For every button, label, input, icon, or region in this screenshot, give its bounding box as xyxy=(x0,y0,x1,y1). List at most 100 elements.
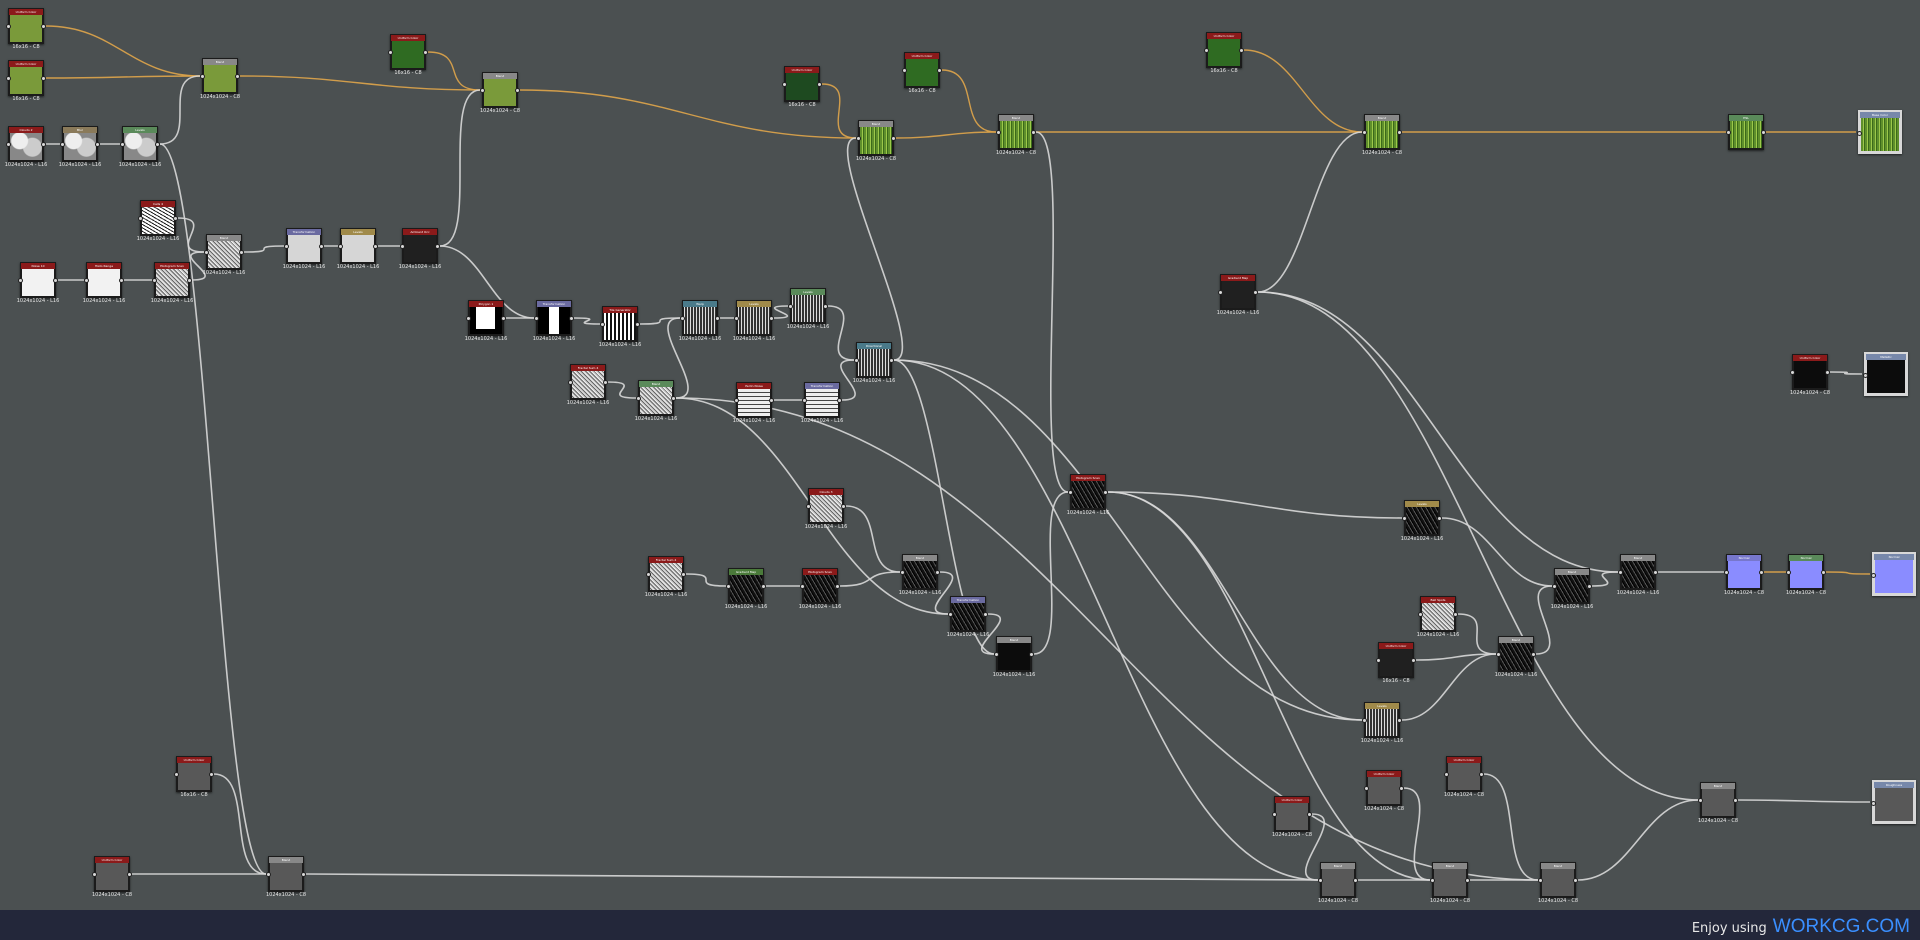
input-port[interactable] xyxy=(1618,570,1623,575)
graph-node[interactable]: Directional 1024x1024 - L16 xyxy=(853,342,895,384)
input-port[interactable] xyxy=(204,250,209,255)
input-port[interactable] xyxy=(948,612,953,617)
brand-logo[interactable]: WORKCG.COM xyxy=(1773,916,1910,937)
graph-node[interactable]: Transformation 1024x1024 - L16 xyxy=(801,382,843,424)
graph-node[interactable]: Roughness xyxy=(1871,780,1916,824)
graph-node[interactable]: Cells 4 1024x1024 - L16 xyxy=(137,200,179,242)
output-port[interactable] xyxy=(937,68,942,73)
graph-node[interactable]: Levels 1024x1024 - L16 xyxy=(337,228,379,270)
graph-node[interactable]: Blend 1024x1024 - L16 xyxy=(993,636,1035,678)
graph-node[interactable]: Blend 1024x1024 - L16 xyxy=(1551,568,1593,610)
input-port[interactable] xyxy=(1444,772,1449,777)
input-port[interactable] xyxy=(1790,370,1795,375)
output-port[interactable] xyxy=(41,76,46,81)
input-port[interactable] xyxy=(782,82,787,87)
node-graph-canvas[interactable]: Uniform Color 16x16 - C8 Uniform Color 16x1… xyxy=(0,0,1920,910)
output-port[interactable] xyxy=(173,216,178,221)
graph-node[interactable]: Blend 1024x1024 - C8 xyxy=(480,72,520,114)
graph-node[interactable]: Uniform Color 1024x1024 - C8 xyxy=(92,856,132,898)
input-port[interactable] xyxy=(734,316,739,321)
input-port[interactable] xyxy=(1726,130,1731,135)
input-port[interactable] xyxy=(284,244,289,249)
output-port[interactable] xyxy=(373,244,378,249)
input-port[interactable] xyxy=(1724,570,1729,575)
input-port[interactable] xyxy=(1863,373,1868,378)
graph-node[interactable]: Blend 1024x1024 - C8 xyxy=(1430,862,1470,904)
graph-node[interactable]: Blend 1024x1024 - C8 xyxy=(200,58,240,100)
output-port[interactable] xyxy=(1239,48,1244,53)
output-port[interactable] xyxy=(1031,130,1036,135)
graph-node[interactable]: Levels 1024x1024 - L16 xyxy=(1401,500,1443,542)
output-port[interactable] xyxy=(187,278,192,283)
output-port[interactable] xyxy=(515,88,520,93)
output-port[interactable] xyxy=(769,316,774,321)
input-port[interactable] xyxy=(1430,878,1435,883)
output-port[interactable] xyxy=(301,872,306,877)
input-port[interactable] xyxy=(1786,570,1791,575)
graph-node[interactable]: Perlin Noise 1024x1024 - L16 xyxy=(733,382,775,424)
output-port[interactable] xyxy=(319,244,324,249)
output-port[interactable] xyxy=(1587,584,1592,589)
input-port[interactable] xyxy=(900,570,905,575)
input-port[interactable] xyxy=(806,504,811,509)
output-port[interactable] xyxy=(889,358,894,363)
input-port[interactable] xyxy=(1376,658,1381,663)
graph-node[interactable]: Clouds 2 1024x1024 - L16 xyxy=(5,126,47,168)
input-port[interactable] xyxy=(568,380,573,385)
input-port[interactable] xyxy=(1496,652,1501,657)
output-port[interactable] xyxy=(837,398,842,403)
graph-node[interactable]: Blend 1024x1024 - C8 xyxy=(1362,114,1402,156)
output-port[interactable] xyxy=(1437,516,1442,521)
output-port[interactable] xyxy=(1397,130,1402,135)
input-port[interactable] xyxy=(92,872,97,877)
graph-node[interactable]: Blend 1024x1024 - C8 xyxy=(1318,862,1358,904)
output-port[interactable] xyxy=(1103,490,1108,495)
input-port[interactable] xyxy=(1857,131,1862,136)
graph-node[interactable]: Ball Spots 1024x1024 - L16 xyxy=(1417,596,1459,638)
output-port[interactable] xyxy=(95,142,100,147)
output-port[interactable] xyxy=(1531,652,1536,657)
input-port[interactable] xyxy=(400,244,405,249)
output-port[interactable] xyxy=(761,584,766,589)
graph-node[interactable]: Metallic xyxy=(1863,352,1908,396)
input-port[interactable] xyxy=(600,322,605,327)
output-port[interactable] xyxy=(835,584,840,589)
graph-node[interactable]: Blend 1024x1024 - C8 xyxy=(1538,862,1578,904)
input-port[interactable] xyxy=(1538,878,1543,883)
output-port[interactable] xyxy=(817,82,822,87)
input-port[interactable] xyxy=(1204,48,1209,53)
input-port[interactable] xyxy=(788,304,793,309)
input-port[interactable] xyxy=(84,278,89,283)
input-port[interactable] xyxy=(6,76,11,81)
graph-node[interactable]: Levels 1024x1024 - L16 xyxy=(787,288,829,330)
output-port[interactable] xyxy=(41,142,46,147)
graph-node[interactable]: Tile Generator 1024x1024 - L16 xyxy=(599,306,641,348)
output-port[interactable] xyxy=(435,244,440,249)
output-port[interactable] xyxy=(635,322,640,327)
input-port[interactable] xyxy=(854,358,859,363)
graph-node[interactable]: Blend 1024x1024 - C8 xyxy=(266,856,306,898)
output-port[interactable] xyxy=(1465,878,1470,883)
graph-node[interactable]: Blend 1024x1024 - C8 xyxy=(1698,782,1738,824)
input-port[interactable] xyxy=(1698,798,1703,803)
output-port[interactable] xyxy=(1759,570,1764,575)
graph-node[interactable]: Blend 1024x1024 - C8 xyxy=(856,120,896,162)
output-port[interactable] xyxy=(681,572,686,577)
output-port[interactable] xyxy=(671,396,676,401)
output-port[interactable] xyxy=(1029,652,1034,657)
graph-node[interactable]: Histogram Scan 1024x1024 - L16 xyxy=(1067,474,1109,516)
graph-node[interactable]: Uniform Color 16x16 - C8 xyxy=(1204,32,1244,74)
input-port[interactable] xyxy=(1272,812,1277,817)
graph-node[interactable]: Gradient Map 1024x1024 - L16 xyxy=(725,568,767,610)
graph-node[interactable]: Clouds 3 1024x1024 - L16 xyxy=(805,488,847,530)
output-port[interactable] xyxy=(1479,772,1484,777)
output-port[interactable] xyxy=(1453,612,1458,617)
graph-node[interactable]: Levels 1024x1024 - L16 xyxy=(119,126,161,168)
input-port[interactable] xyxy=(338,244,343,249)
graph-node[interactable]: Uniform Color 1024x1024 - C8 xyxy=(1364,770,1404,812)
input-port[interactable] xyxy=(1364,786,1369,791)
input-port[interactable] xyxy=(200,74,205,79)
output-port[interactable] xyxy=(155,142,160,147)
graph-node[interactable]: Transformation 1024x1024 - L16 xyxy=(283,228,325,270)
output-port[interactable] xyxy=(1353,878,1358,883)
